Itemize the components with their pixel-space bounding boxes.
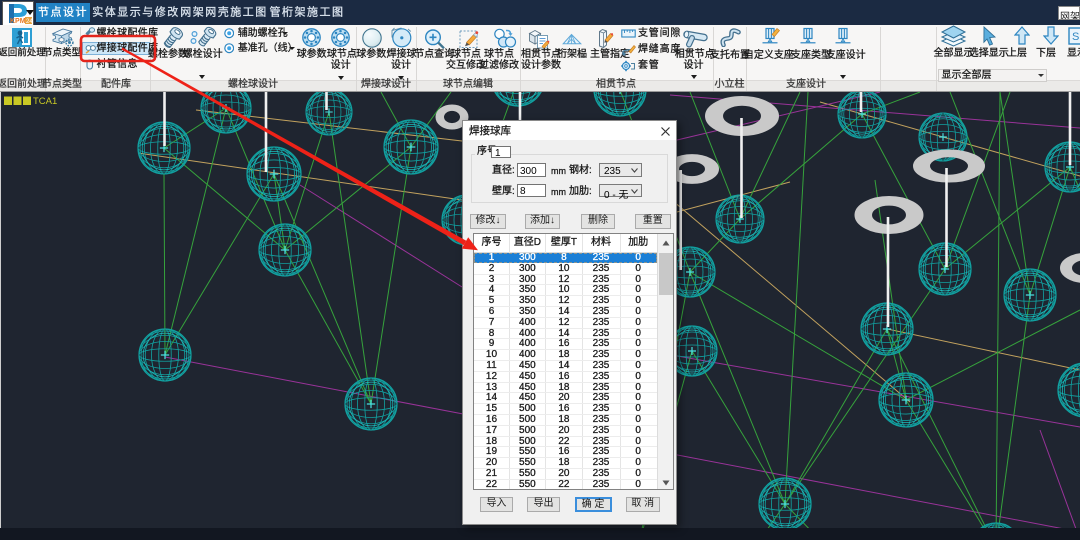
svg-text:TCA1: TCA1: [33, 96, 57, 106]
svg-text:S: S: [1072, 31, 1079, 43]
svg-text:KPM: KPM: [10, 18, 26, 25]
